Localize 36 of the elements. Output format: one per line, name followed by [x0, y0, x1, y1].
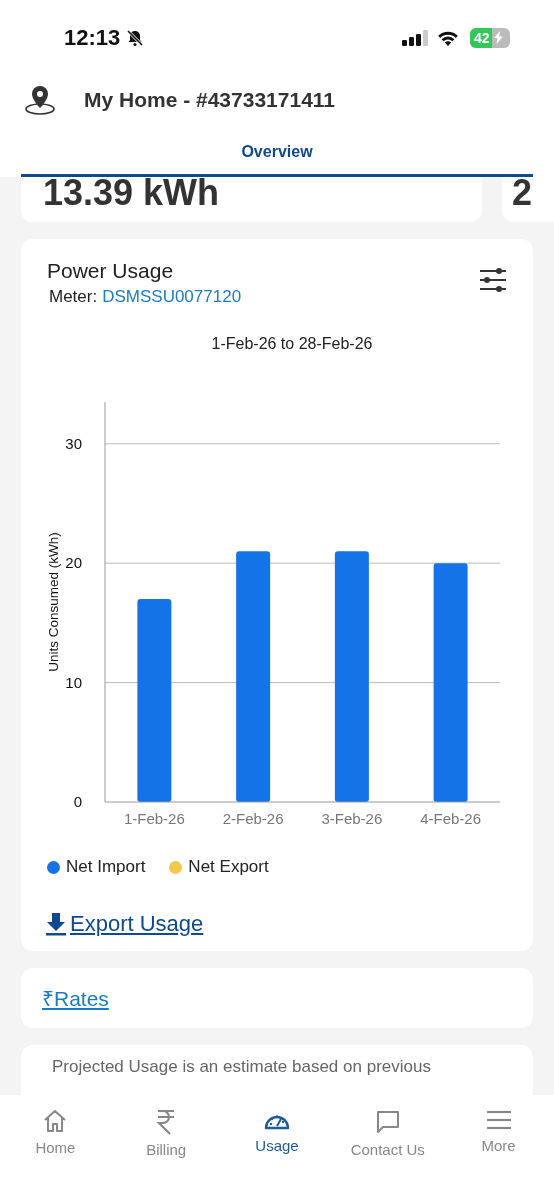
x-tick-label: 2-Feb-26 — [222, 810, 284, 827]
filter-sliders-icon[interactable] — [479, 267, 507, 293]
battery-indicator: 42 — [470, 27, 510, 48]
y-tick-label: 30 — [65, 434, 82, 452]
nav-tab[interactable]: More — [448, 1109, 549, 1154]
signal-icon — [402, 28, 430, 47]
download-icon[interactable] — [45, 912, 67, 936]
rates-link[interactable]: ₹Rates — [42, 984, 109, 1012]
legend-label: Net Export — [188, 857, 269, 877]
bell-slash-icon — [126, 28, 145, 47]
export-usage-link[interactable]: Export Usage — [70, 911, 204, 937]
projected-usage-note: Projected Usage is an estimate based on previous — [52, 1057, 431, 1076]
y-tick-label: 20 — [65, 554, 82, 572]
location-pin-icon — [24, 84, 56, 116]
account-title: My Home - #43733171411 — [84, 88, 335, 112]
y-tick-label: 0 — [73, 793, 82, 810]
card-title: Power Usage — [47, 259, 175, 283]
y-axis-label: Units Consumed (kWh) — [46, 532, 61, 672]
meter-label: Meter: — [49, 287, 98, 307]
overview-tab[interactable]: Overview — [241, 143, 313, 174]
usage-value: 13.39 kWh — [43, 177, 220, 211]
chat-bubble-icon — [374, 1109, 401, 1135]
legend-label: Net Import — [66, 857, 146, 877]
date-range: 1-Feb-26 to 28-Feb-26 — [210, 335, 374, 353]
status-time: 12:13 — [64, 24, 121, 51]
nav-tab[interactable]: Billing — [116, 1109, 217, 1158]
x-tick-label: 1-Feb-26 — [123, 810, 185, 827]
nav-tab[interactable]: Usage — [227, 1109, 327, 1154]
x-tick-label: 4-Feb-26 — [420, 810, 482, 827]
y-tick-label: 10 — [65, 673, 82, 691]
nav-tab[interactable]: Contact Us — [337, 1109, 438, 1158]
menu-icon — [485, 1109, 512, 1131]
nav-tab[interactable]: Home — [5, 1109, 106, 1156]
x-tick-label: 3-Feb-26 — [321, 810, 383, 827]
usage-value: 2 — [512, 177, 533, 211]
meter-link[interactable]: DSMSSU0077120 — [102, 287, 242, 307]
